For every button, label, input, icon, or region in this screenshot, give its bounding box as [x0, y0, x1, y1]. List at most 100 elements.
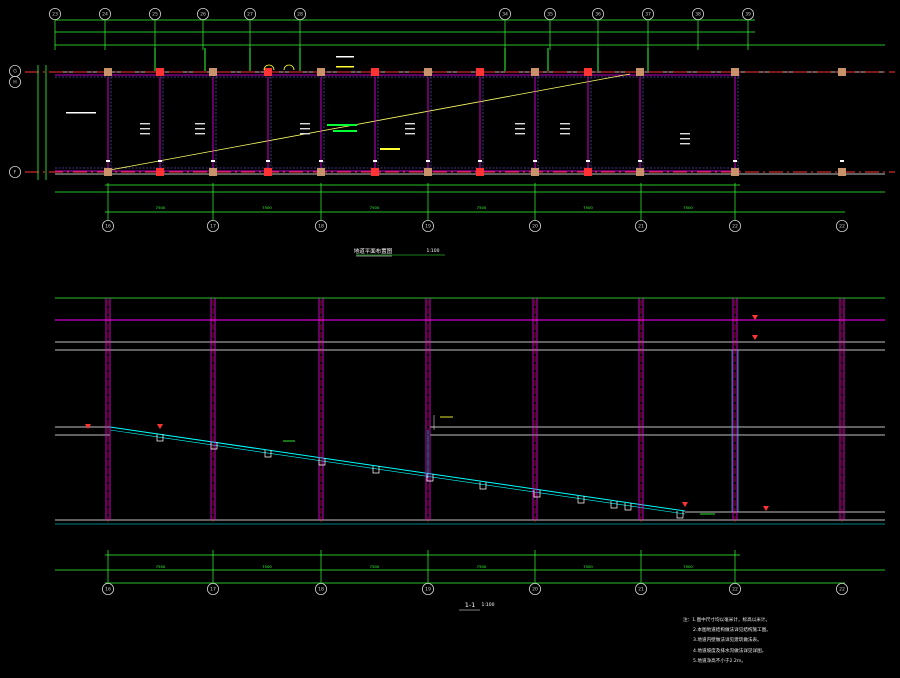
column-square: [636, 168, 644, 176]
axis-bubble-label: 17: [210, 587, 216, 593]
axis-bubble-label: 24: [102, 12, 108, 18]
bay-label-mark: [680, 133, 690, 135]
axis-bubble-label: 23: [52, 12, 58, 18]
column-square: [531, 168, 539, 176]
section-title: 1-1: [465, 601, 476, 609]
axis-bubble-label: 22: [839, 224, 845, 230]
dimension-text: 7500: [370, 205, 380, 210]
column-square: [636, 68, 644, 76]
bay-label-mark: [405, 123, 415, 125]
axis-bubble-label: 39: [745, 12, 751, 18]
axis-bubble-label: 20: [532, 224, 538, 230]
axis-bubble-label: 36: [595, 12, 601, 18]
bay-label-mark: [680, 143, 690, 145]
column-square: [156, 168, 164, 176]
bay-label-mark: [515, 133, 525, 135]
column-tag: [106, 160, 110, 162]
axis-bubble-label: 38: [695, 12, 701, 18]
column-tag: [319, 160, 323, 162]
column-square: [104, 168, 112, 176]
dimension-text: 7500: [683, 564, 693, 569]
green-note: [327, 124, 357, 126]
bay-label-mark: [300, 133, 310, 135]
column-square: [371, 68, 379, 76]
bay-label-mark: [140, 128, 150, 130]
dimension-text: 7500: [683, 205, 693, 210]
bay-label-mark: [560, 133, 570, 135]
bay-label-mark: [140, 123, 150, 125]
axis-bubble-label: 26: [200, 12, 206, 18]
note-line: 3.地道内壁做法详见建筑做法表。: [693, 638, 762, 644]
column-square: [476, 68, 484, 76]
column-square: [317, 168, 325, 176]
column-square: [209, 168, 217, 176]
dimension-text: 7500: [583, 564, 593, 569]
bay-label-mark: [405, 133, 415, 135]
note-line: 4.地道坡度及排水沟做法详见详图。: [693, 648, 767, 654]
column-square: [264, 68, 272, 76]
green-note: [333, 130, 357, 132]
column-square: [104, 68, 112, 76]
column-square: [531, 68, 539, 76]
axis-bubble-label: 25: [152, 12, 158, 18]
column-square: [209, 68, 217, 76]
bay-label-mark: [560, 128, 570, 130]
bay-label-mark: [195, 123, 205, 125]
axis-bubble-label: 20: [532, 587, 538, 593]
axis-bubble-label: 22: [732, 224, 738, 230]
column-tag: [478, 160, 482, 162]
axis-bubble-label: 35: [547, 12, 553, 18]
plan-annotation: [66, 112, 96, 114]
axis-bubble-label: 37: [645, 12, 651, 18]
column-square: [731, 168, 739, 176]
column-tag: [158, 160, 162, 162]
column-square: [838, 68, 846, 76]
column-square: [156, 68, 164, 76]
axis-bubble-label: 22: [839, 587, 845, 593]
axis-bubble-label: 22: [732, 587, 738, 593]
plan-annotation: [336, 66, 354, 68]
bay-label-mark: [515, 128, 525, 130]
axis-bubble-label: 16: [105, 224, 111, 230]
dimension-text: 7500: [156, 205, 166, 210]
bay-label-mark: [140, 133, 150, 135]
bay-label-mark: [300, 123, 310, 125]
bay-label-mark: [560, 123, 570, 125]
axis-bubble-label: G: [13, 69, 17, 75]
axis-bubble-label: 28: [297, 12, 303, 18]
cad-drawing: 7500 7500 7500 7500 7500 7500 地道平面布置图 1:100 7…: [0, 0, 900, 678]
dimension-text: 7500: [477, 564, 487, 569]
axis-bubble-label: 21: [638, 587, 644, 593]
bay-label-mark: [300, 128, 310, 130]
axis-bubble-label: 21: [638, 224, 644, 230]
bay-label-mark: [195, 128, 205, 130]
column-square: [424, 168, 432, 176]
plan-annotation: [380, 148, 400, 150]
bay-label-mark: [680, 138, 690, 140]
bay-label-mark: [405, 128, 415, 130]
dimension-text: 7500: [583, 205, 593, 210]
plan-annotation: [336, 56, 354, 58]
axis-bubble-label: 19: [425, 587, 431, 593]
bay-label-mark: [195, 133, 205, 135]
axis-bubble-label: 16: [105, 587, 111, 593]
column-tag: [373, 160, 377, 162]
axis-bubble-label: 18: [318, 587, 324, 593]
column-tag: [211, 160, 215, 162]
axis-bubble-label: 19: [425, 224, 431, 230]
column-square: [317, 68, 325, 76]
column-tag: [638, 160, 642, 162]
dimension-text: 7500: [156, 564, 166, 569]
axis-bubble-label: F: [14, 170, 17, 176]
plan-title: 地道平面布置图: [354, 247, 393, 255]
axis-bubble-label: H: [13, 80, 16, 86]
drawing-notes: 注：1.图中尺寸均以毫米计，标高以米计。 2.本图地道结构做法详见结构施工图。 …: [683, 616, 883, 667]
axis-bubble-label: 18: [318, 224, 324, 230]
bay-label-mark: [515, 123, 525, 125]
column-tag: [733, 160, 737, 162]
plan-scale: 1:100: [427, 248, 440, 254]
column-square: [584, 68, 592, 76]
axis-bubble-label: 34: [502, 12, 508, 18]
dimension-text: 7500: [477, 205, 487, 210]
note-line: 5.地道净高不小于2.2m。: [693, 658, 746, 664]
